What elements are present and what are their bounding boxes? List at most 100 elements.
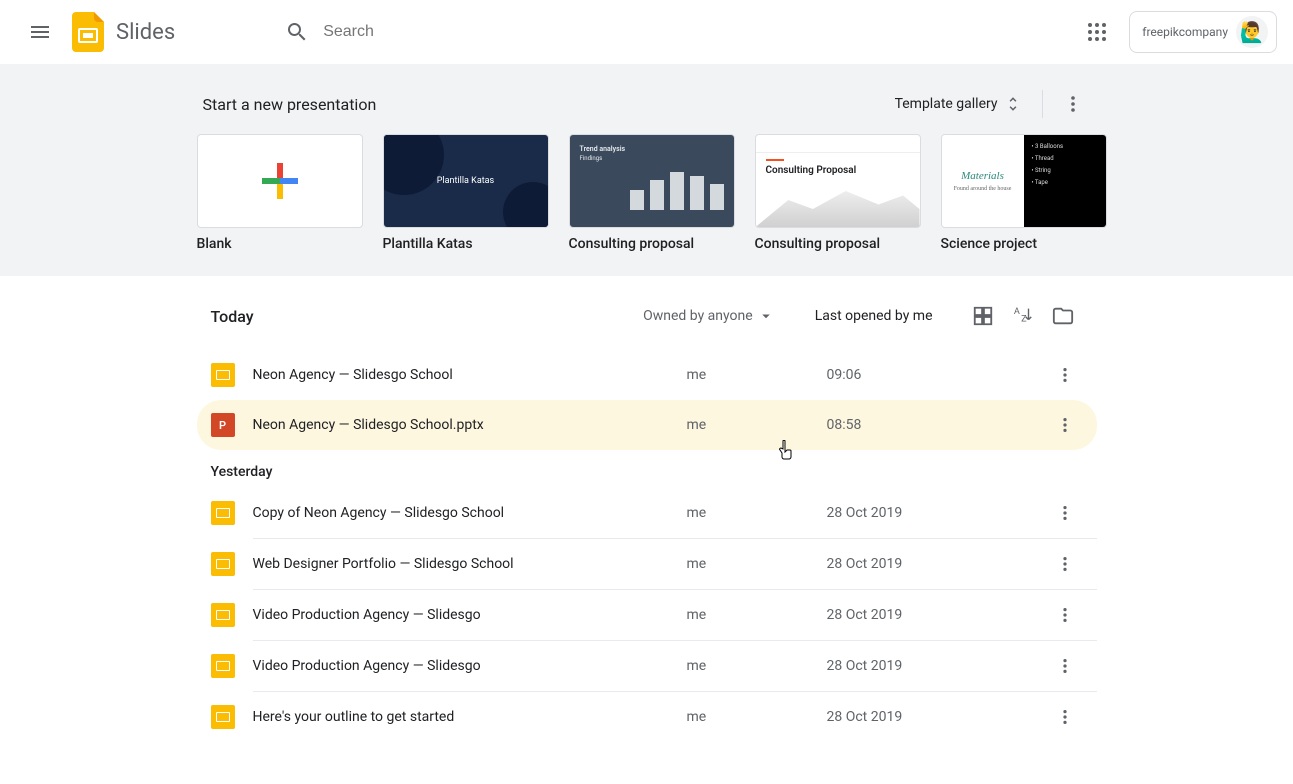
thumb-inner-sub: Findings: [580, 155, 724, 162]
grid-view-button[interactable]: [963, 296, 1003, 336]
file-row[interactable]: Here's your outline to get started me 28…: [197, 692, 1097, 742]
svg-text:A: A: [1013, 307, 1019, 317]
file-name: Neon Agency — Slidesgo School: [253, 367, 687, 383]
documents-header: Today Owned by anyone Last opened by me …: [197, 296, 1097, 350]
app-name: Slides: [116, 20, 175, 45]
file-date: 28 Oct 2019: [827, 607, 1047, 623]
header-right: freepikcompany 🙋‍♂️: [1077, 11, 1277, 53]
file-row[interactable]: Video Production Agency — Slidesgo me 28…: [197, 641, 1097, 691]
file-row[interactable]: Copy of Neon Agency — Slidesgo School me…: [197, 488, 1097, 538]
file-name: Video Production Agency — Slidesgo: [253, 658, 687, 674]
template-thumb: Trend analysis Findings: [569, 134, 735, 228]
file-owner: me: [687, 709, 827, 725]
dropdown-icon: [757, 307, 775, 325]
sort-filter-label: Last opened by me: [815, 308, 933, 324]
slides-logo-icon: [68, 12, 108, 52]
more-vert-icon: [1056, 555, 1074, 573]
hamburger-icon: [28, 20, 52, 44]
svg-text:Z: Z: [1021, 315, 1027, 325]
file-row[interactable]: P Neon Agency — Slidesgo School.pptx me …: [197, 400, 1097, 450]
slides-file-icon: [211, 654, 235, 678]
app-logo[interactable]: Slides: [68, 12, 175, 52]
template-list: Blank Plantilla Katas Plantilla Katas Tr…: [197, 134, 1097, 252]
grid-icon: [972, 305, 994, 327]
template-label: Consulting proposal: [755, 236, 921, 252]
apps-grid-icon: [1087, 22, 1107, 42]
slides-file-icon: [211, 705, 235, 729]
template-label: Consulting proposal: [569, 236, 735, 252]
file-owner: me: [687, 367, 827, 383]
section-label: Yesterday: [197, 450, 1097, 488]
file-row[interactable]: Video Production Agency — Slidesgo me 28…: [197, 590, 1097, 640]
sort-az-icon: AZ: [1012, 305, 1034, 327]
template-section-title: Start a new presentation: [203, 95, 377, 114]
file-date: 28 Oct 2019: [827, 658, 1047, 674]
file-owner: me: [687, 505, 827, 521]
powerpoint-icon: P: [211, 413, 235, 437]
file-more-button[interactable]: [1047, 357, 1083, 393]
template-thumb: [197, 134, 363, 228]
template-gallery-section: Start a new presentation Template galler…: [0, 64, 1293, 276]
search-icon: [285, 20, 309, 44]
slides-file-icon: [211, 603, 235, 627]
account-switcher[interactable]: freepikcompany 🙋‍♂️: [1129, 11, 1277, 53]
template-header: Start a new presentation Template galler…: [197, 80, 1097, 134]
file-name: Neon Agency — Slidesgo School.pptx: [253, 417, 687, 433]
gallery-label: Template gallery: [895, 96, 998, 112]
owner-filter[interactable]: Owned by anyone: [643, 307, 775, 325]
more-vert-icon: [1056, 606, 1074, 624]
template-label: Science project: [941, 236, 1107, 252]
more-vert-icon: [1063, 94, 1083, 114]
template-blank[interactable]: Blank: [197, 134, 363, 252]
template-consulting-1[interactable]: Trend analysis Findings Consulting propo…: [569, 134, 735, 252]
thumb-inner-title: Materials: [961, 170, 1004, 182]
template-consulting-2[interactable]: Consulting Proposal Consulting proposal: [755, 134, 921, 252]
file-picker-button[interactable]: [1043, 296, 1083, 336]
search-input[interactable]: [323, 23, 723, 41]
file-more-button[interactable]: [1047, 648, 1083, 684]
file-more-button[interactable]: [1047, 699, 1083, 735]
slides-file-icon: [211, 501, 235, 525]
more-vert-icon: [1056, 366, 1074, 384]
template-label: Blank: [197, 236, 363, 252]
search-bar[interactable]: [285, 20, 1077, 44]
account-label: freepikcompany: [1142, 25, 1228, 39]
more-vert-icon: [1056, 416, 1074, 434]
unfold-icon: [1004, 95, 1022, 113]
chart-bars: [630, 170, 724, 210]
section-label: Today: [211, 307, 644, 326]
file-owner: me: [687, 417, 827, 433]
file-owner: me: [687, 658, 827, 674]
thumb-inner-title: Trend analysis: [580, 145, 724, 153]
file-more-button[interactable]: [1047, 546, 1083, 582]
file-owner: me: [687, 556, 827, 572]
file-date: 28 Oct 2019: [827, 709, 1047, 725]
avatar: 🙋‍♂️: [1236, 16, 1268, 48]
file-name: Web Designer Portfolio — Slidesgo School: [253, 556, 687, 572]
file-row[interactable]: Web Designer Portfolio — Slidesgo School…: [197, 539, 1097, 589]
more-vert-icon: [1056, 657, 1074, 675]
template-thumb: Plantilla Katas: [383, 134, 549, 228]
template-gallery-button[interactable]: Template gallery: [887, 89, 1030, 119]
file-date: 28 Oct 2019: [827, 505, 1047, 521]
template-more-button[interactable]: [1055, 86, 1091, 122]
main-menu-button[interactable]: [16, 8, 64, 56]
template-thumb: Consulting Proposal: [755, 134, 921, 228]
more-vert-icon: [1056, 504, 1074, 522]
file-row[interactable]: Neon Agency — Slidesgo School me 09:06: [197, 350, 1097, 400]
slides-file-icon: [211, 552, 235, 576]
template-katas[interactable]: Plantilla Katas Plantilla Katas: [383, 134, 549, 252]
sort-filter[interactable]: Last opened by me: [815, 308, 933, 324]
app-header: Slides freepikcompany 🙋‍♂️: [0, 0, 1293, 64]
file-more-button[interactable]: [1047, 407, 1083, 443]
template-science[interactable]: Materials Found around the house 3 Ballo…: [941, 134, 1107, 252]
file-more-button[interactable]: [1047, 495, 1083, 531]
file-date: 28 Oct 2019: [827, 556, 1047, 572]
file-date: 08:58: [827, 417, 1047, 433]
file-name: Here's your outline to get started: [253, 709, 687, 725]
google-apps-button[interactable]: [1077, 12, 1117, 52]
template-thumb: Materials Found around the house 3 Ballo…: [941, 134, 1107, 228]
file-more-button[interactable]: [1047, 597, 1083, 633]
slides-file-icon: [211, 363, 235, 387]
sort-az-button[interactable]: AZ: [1003, 296, 1043, 336]
